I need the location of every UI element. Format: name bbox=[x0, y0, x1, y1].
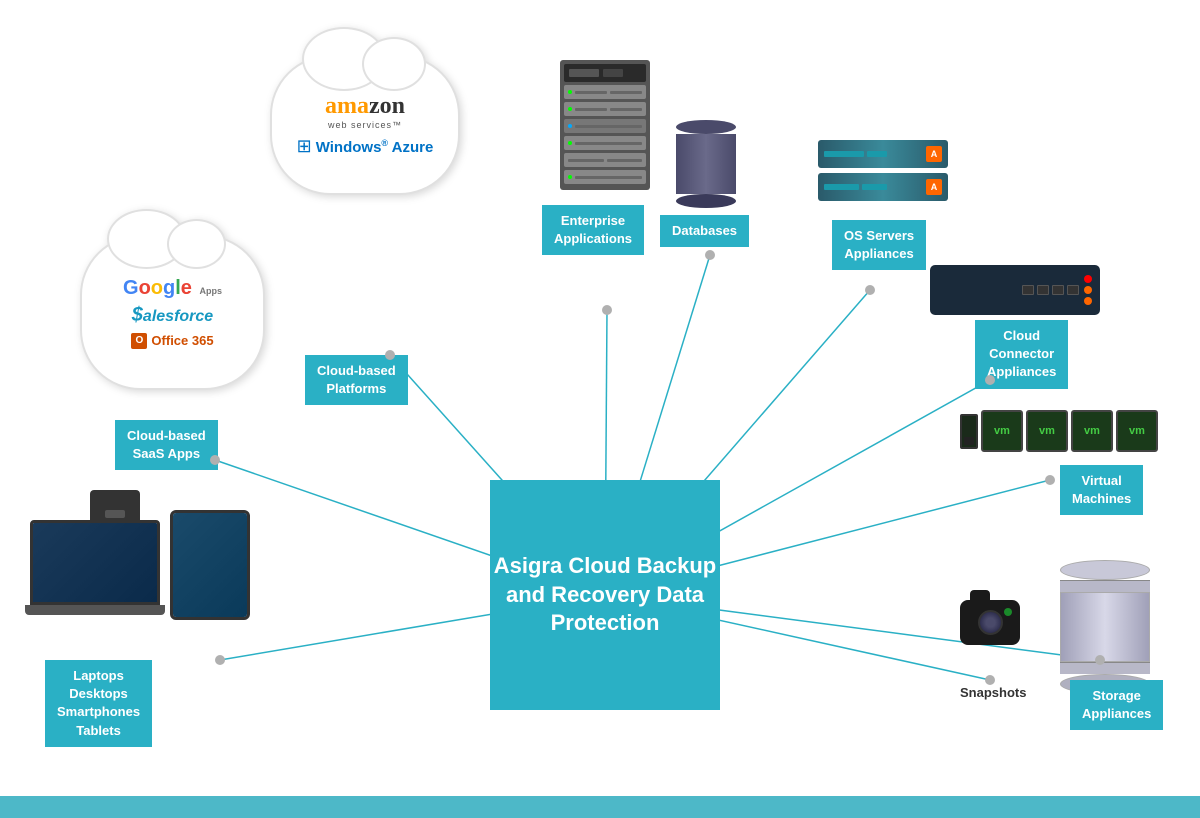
google-logo: Google Apps bbox=[123, 277, 222, 300]
saas-apps-text: Cloud-basedSaaS Apps bbox=[127, 428, 206, 461]
cloud-platforms-text: Cloud-basedPlatforms bbox=[317, 363, 396, 396]
bottom-bar bbox=[0, 796, 1200, 818]
laptop-screen bbox=[30, 520, 160, 605]
azure-label: ⊞ Windows® Azure bbox=[297, 136, 434, 157]
db-cylinder bbox=[676, 120, 736, 208]
storage-text: StorageAppliances bbox=[1082, 688, 1151, 721]
center-box: Asigra Cloud Backup and Recovery Data Pr… bbox=[490, 480, 720, 710]
label-saas-apps: Cloud-basedSaaS Apps bbox=[115, 420, 218, 470]
snapshots-text: Snapshots bbox=[960, 685, 1026, 700]
cloud-connector-icon bbox=[930, 265, 1100, 315]
dot-os-servers bbox=[865, 285, 875, 295]
amazon-cloud: amazon web services™ ⊞ Windows® Azure bbox=[270, 55, 460, 195]
vm-row: vm vm vm vm bbox=[960, 410, 1158, 452]
google-cloud: Google Apps $alesforce O Office 365 bbox=[80, 235, 265, 390]
os-server: A A bbox=[818, 140, 948, 201]
connector-device bbox=[930, 265, 1100, 315]
devices-icon bbox=[30, 490, 250, 650]
databases-icon bbox=[676, 120, 736, 208]
dot-databases bbox=[705, 250, 715, 260]
label-os-servers: OS ServersAppliances bbox=[832, 220, 926, 270]
label-laptops: LaptopsDesktopsSmartphonesTablets bbox=[45, 660, 152, 747]
snapshots-icon bbox=[960, 600, 1020, 645]
dot-saas bbox=[210, 455, 220, 465]
server-rack bbox=[560, 60, 650, 190]
dot-platforms bbox=[385, 350, 395, 360]
dot-virtual-machines bbox=[1045, 475, 1055, 485]
center-title: Asigra Cloud Backup and Recovery Data Pr… bbox=[490, 552, 720, 638]
databases-text: Databases bbox=[672, 223, 737, 238]
label-virtual-machines: VirtualMachines bbox=[1060, 465, 1143, 515]
os-servers-icon: A A bbox=[818, 140, 948, 201]
camera bbox=[960, 600, 1020, 645]
devices-group bbox=[30, 490, 250, 650]
label-cloud-platforms: Cloud-basedPlatforms bbox=[305, 355, 408, 405]
virtual-machines-icon: vm vm vm vm bbox=[960, 410, 1158, 452]
office365-logo: O Office 365 bbox=[131, 333, 213, 349]
label-enterprise-apps: EnterpriseApplications bbox=[542, 205, 644, 255]
salesforce-logo: $alesforce bbox=[132, 304, 213, 327]
os-servers-text: OS ServersAppliances bbox=[844, 228, 914, 261]
label-databases: Databases bbox=[660, 215, 749, 247]
amazon-logo-text: amazon bbox=[325, 93, 405, 120]
dot-enterprise bbox=[602, 305, 612, 315]
enterprise-apps-icon bbox=[560, 60, 650, 190]
tablet bbox=[170, 510, 250, 620]
amazon-sub: web services™ bbox=[328, 120, 402, 130]
label-storage: StorageAppliances bbox=[1070, 680, 1163, 730]
dot-laptops bbox=[215, 655, 225, 665]
cloud-connector-text: CloudConnectorAppliances bbox=[987, 328, 1056, 379]
virtual-machines-text: VirtualMachines bbox=[1072, 473, 1131, 506]
label-snapshots: Snapshots bbox=[960, 685, 1026, 700]
laptops-text: LaptopsDesktopsSmartphonesTablets bbox=[57, 668, 140, 738]
dot-snapshots bbox=[985, 675, 995, 685]
laptop-base bbox=[25, 605, 165, 615]
dot-cloud-connector bbox=[985, 375, 995, 385]
storage-cylinder bbox=[1060, 560, 1150, 694]
enterprise-apps-text: EnterpriseApplications bbox=[554, 213, 632, 246]
dot-storage bbox=[1095, 655, 1105, 665]
storage-icon bbox=[1060, 560, 1150, 694]
